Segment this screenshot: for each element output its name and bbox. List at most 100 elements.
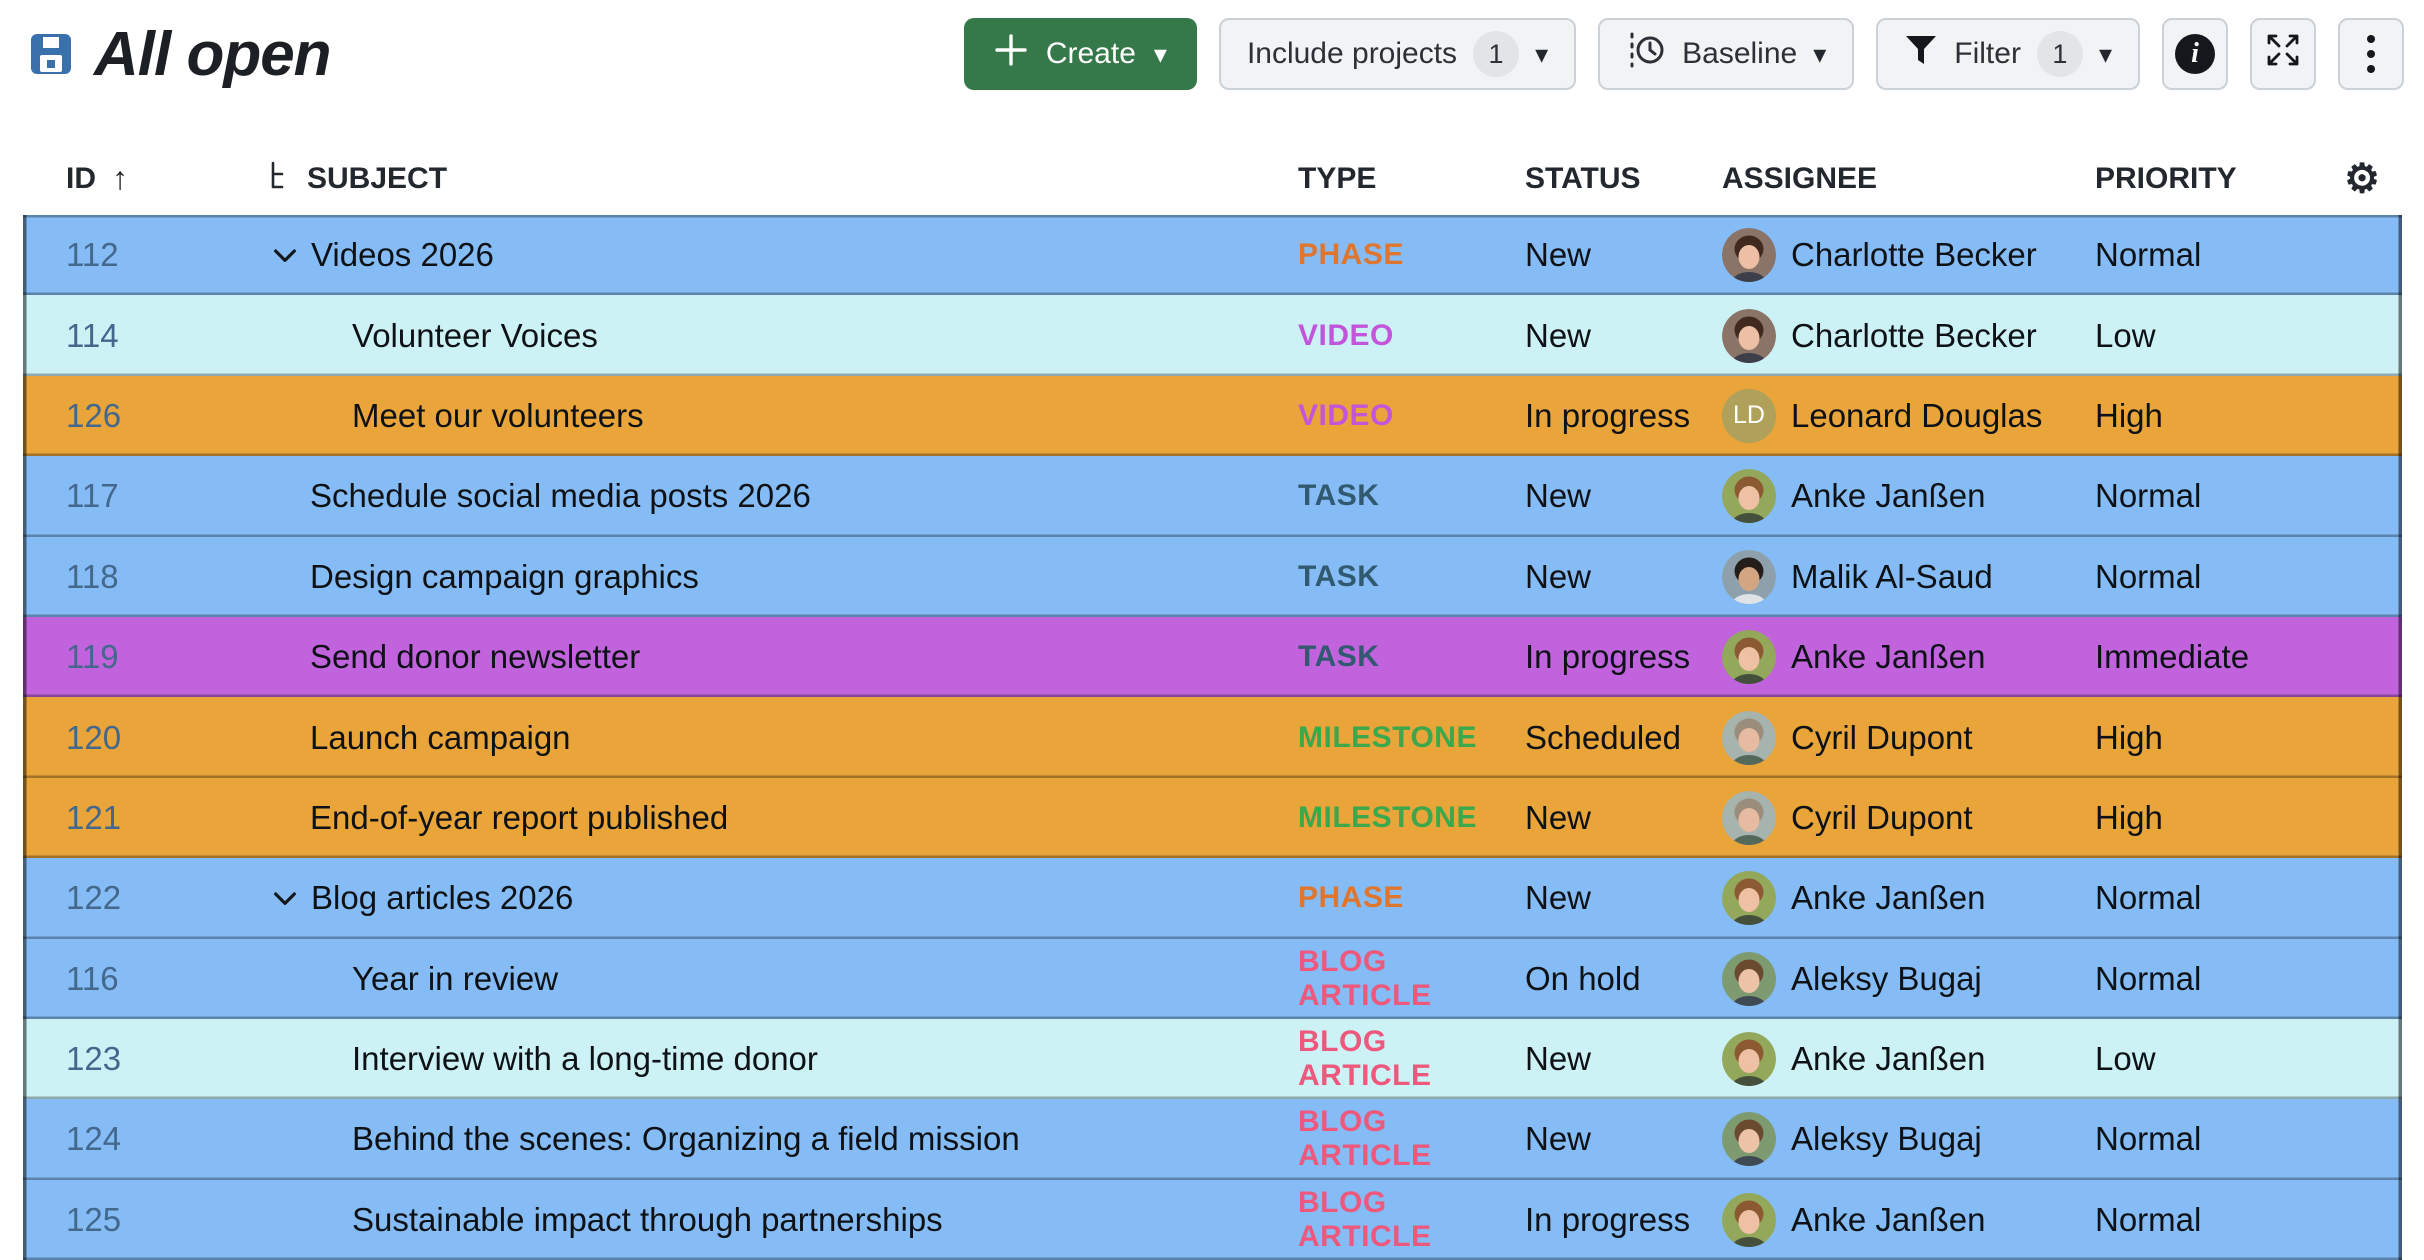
work-package-row[interactable]: 124Behind the scenes: Organizing a field… — [23, 1099, 2402, 1179]
work-package-id-link[interactable]: 123 — [23, 1019, 245, 1099]
work-package-row[interactable]: 121End-of-year report publishedMILESTONE… — [23, 778, 2402, 858]
column-header-type[interactable]: TYPE — [1275, 162, 1495, 196]
assignee-avatar — [1722, 228, 1776, 282]
work-package-row[interactable]: 117Schedule social media posts 2026TASKN… — [23, 456, 2402, 536]
work-package-id-link[interactable]: 117 — [23, 456, 245, 536]
save-icon[interactable] — [30, 33, 72, 75]
status-label: New — [1495, 295, 1700, 375]
type-label: PHASE — [1275, 858, 1495, 938]
work-package-subject: Behind the scenes: Organizing a field mi… — [245, 1099, 1275, 1179]
work-package-subject: Volunteer Voices — [245, 295, 1275, 375]
baseline-button[interactable]: Baseline ▾ — [1598, 18, 1854, 90]
work-package-row[interactable]: 126Meet our volunteersVIDEOIn progressLD… — [23, 376, 2402, 456]
assignee-name: Charlotte Becker — [1791, 317, 2037, 355]
status-label: Scheduled — [1495, 697, 1700, 777]
work-package-id-link[interactable]: 126 — [23, 376, 245, 456]
work-package-subject: Meet our volunteers — [245, 376, 1275, 456]
collapse-chevron-icon[interactable] — [269, 882, 301, 914]
work-package-subject: Schedule social media posts 2026 — [245, 456, 1275, 536]
assignee-cell: Charlotte Becker — [1700, 215, 2060, 295]
work-package-row[interactable]: 120Launch campaignMILESTONEScheduledCyri… — [23, 697, 2402, 777]
work-package-subject: End-of-year report published — [245, 778, 1275, 858]
include-projects-count-badge: 1 — [1473, 31, 1519, 77]
subject-label: Send donor newsletter — [310, 638, 640, 676]
info-icon: i — [2175, 34, 2215, 74]
work-package-id-link[interactable]: 118 — [23, 537, 245, 617]
priority-label: Immediate — [2060, 617, 2402, 697]
assignee-name: Charlotte Becker — [1791, 236, 2037, 274]
settings-gear-icon[interactable]: ⚙ — [2344, 159, 2380, 199]
work-package-subject: Design campaign graphics — [245, 537, 1275, 617]
work-package-id-link[interactable]: 119 — [23, 617, 245, 697]
priority-label: High — [2060, 376, 2402, 456]
column-header-assignee[interactable]: ASSIGNEE — [1700, 162, 2060, 196]
work-package-id-link[interactable]: 122 — [23, 858, 245, 938]
hierarchy-icon — [267, 160, 293, 198]
work-package-subject: Send donor newsletter — [245, 617, 1275, 697]
include-projects-label: Include projects — [1247, 37, 1457, 71]
work-package-row[interactable]: 116Year in reviewBLOG ARTICLEOn holdAlek… — [23, 939, 2402, 1019]
work-package-subject: Launch campaign — [245, 697, 1275, 777]
fullscreen-button[interactable] — [2250, 18, 2316, 90]
work-package-row[interactable]: 119Send donor newsletterTASKIn progressA… — [23, 617, 2402, 697]
work-package-subject: Interview with a long-time donor — [245, 1019, 1275, 1099]
work-package-row[interactable]: 112Videos 2026PHASENewCharlotte BeckerNo… — [23, 215, 2402, 295]
work-package-table: 112Videos 2026PHASENewCharlotte BeckerNo… — [23, 215, 2402, 1260]
type-label: TASK — [1275, 456, 1495, 536]
priority-label: Normal — [2060, 215, 2402, 295]
work-package-id-link[interactable]: 112 — [23, 215, 245, 295]
work-package-id-link[interactable]: 124 — [23, 1099, 245, 1179]
assignee-name: Anke Janßen — [1791, 1040, 1985, 1078]
assignee-name: Leonard Douglas — [1791, 397, 2042, 435]
filter-funnel-icon — [1904, 34, 1938, 74]
column-header-subject[interactable]: SUBJECT — [245, 160, 1275, 198]
more-menu-button[interactable] — [2338, 18, 2404, 90]
toolbar: Create ▾ Include projects 1 ▾ Baseline ▾ — [964, 18, 2404, 90]
column-header-id[interactable]: ID ↑ — [23, 160, 245, 197]
work-package-id-link[interactable]: 121 — [23, 778, 245, 858]
work-package-row[interactable]: 123Interview with a long-time donorBLOG … — [23, 1019, 2402, 1099]
work-package-subject: Sustainable impact through partnerships — [245, 1180, 1275, 1260]
type-label: MILESTONE — [1275, 778, 1495, 858]
priority-label: Low — [2060, 295, 2402, 375]
subject-label: Meet our volunteers — [352, 397, 644, 435]
fullscreen-icon — [2263, 30, 2303, 78]
work-package-row[interactable]: 114Volunteer VoicesVIDEONewCharlotte Bec… — [23, 295, 2402, 375]
work-package-subject: Year in review — [245, 939, 1275, 1019]
assignee-cell: Anke Janßen — [1700, 858, 2060, 938]
subject-label: Launch campaign — [310, 719, 571, 757]
work-package-id-link[interactable]: 120 — [23, 697, 245, 777]
chevron-down-icon: ▾ — [1813, 41, 1826, 67]
column-header-status[interactable]: STATUS — [1495, 162, 1700, 196]
type-label: TASK — [1275, 617, 1495, 697]
assignee-avatar — [1722, 871, 1776, 925]
assignee-name: Aleksy Bugaj — [1791, 1120, 1982, 1158]
status-label: New — [1495, 1099, 1700, 1179]
work-package-row[interactable]: 122Blog articles 2026PHASENewAnke Janßen… — [23, 858, 2402, 938]
status-label: New — [1495, 456, 1700, 536]
assignee-avatar — [1722, 1193, 1776, 1247]
work-package-row[interactable]: 118Design campaign graphicsTASKNewMalik … — [23, 537, 2402, 617]
collapse-chevron-icon[interactable] — [269, 239, 301, 271]
assignee-name: Anke Janßen — [1791, 879, 1985, 917]
assignee-avatar: LD — [1722, 389, 1776, 443]
subject-label: Interview with a long-time donor — [352, 1040, 818, 1078]
work-package-id-link[interactable]: 116 — [23, 939, 245, 1019]
assignee-avatar — [1722, 309, 1776, 363]
topbar: All open Create ▾ Include projects 1 ▾ — [30, 16, 2404, 92]
type-label: TASK — [1275, 537, 1495, 617]
work-package-row[interactable]: 125Sustainable impact through partnershi… — [23, 1180, 2402, 1260]
create-button[interactable]: Create ▾ — [964, 18, 1197, 90]
type-label: BLOG ARTICLE — [1275, 939, 1495, 1019]
info-button[interactable]: i — [2162, 18, 2228, 90]
status-label: New — [1495, 778, 1700, 858]
work-package-subject: Blog articles 2026 — [245, 858, 1275, 938]
work-package-id-link[interactable]: 125 — [23, 1180, 245, 1260]
subject-label: Volunteer Voices — [352, 317, 598, 355]
filter-button[interactable]: Filter 1 ▾ — [1876, 18, 2140, 90]
assignee-name: Anke Janßen — [1791, 1201, 1985, 1239]
chevron-down-icon: ▾ — [1154, 41, 1167, 67]
work-package-id-link[interactable]: 114 — [23, 295, 245, 375]
type-label: VIDEO — [1275, 376, 1495, 456]
include-projects-button[interactable]: Include projects 1 ▾ — [1219, 18, 1576, 90]
